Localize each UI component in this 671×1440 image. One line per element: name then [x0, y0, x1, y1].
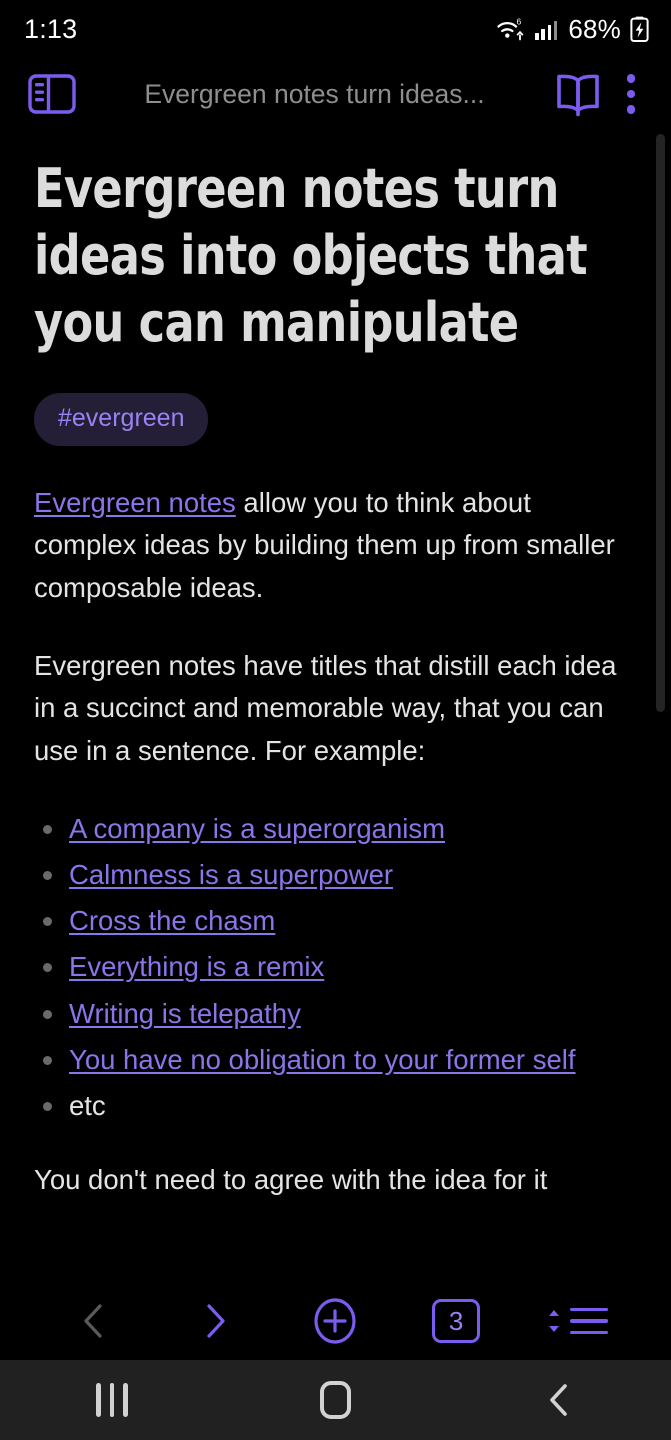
note-body: Evergreen notes turn ideas into objects … [0, 130, 671, 1202]
list-item-link[interactable]: You have no obligation to your former se… [69, 1037, 576, 1083]
paragraph-3-clipped: You don't need to agree with the idea fo… [34, 1164, 548, 1196]
app-toolbar: Evergreen notes turn ideas... [0, 58, 671, 130]
bullet-dot-icon [43, 1009, 52, 1019]
example-list: A company is a superorganism Calmness is… [34, 806, 637, 1129]
bullet-dot-icon [43, 963, 52, 973]
paragraph-2: Evergreen notes have titles that distill… [34, 649, 617, 766]
sort-list-icon[interactable] [516, 1282, 637, 1360]
battery-charging-icon [630, 16, 649, 42]
list-item-link[interactable]: Calmness is a superpower [69, 852, 393, 898]
home-glyph [320, 1381, 351, 1419]
status-icons: 6 68% [496, 14, 649, 45]
vertical-scrollbar[interactable] [656, 134, 665, 712]
cellular-signal-icon [535, 18, 559, 40]
android-nav-bar [0, 1360, 671, 1440]
updown-arrows-icon [548, 1310, 559, 1332]
battery-percent-label: 68% [568, 13, 621, 44]
list-item: A company is a superorganism [34, 806, 637, 852]
status-bar: 1:13 6 68% [0, 0, 671, 58]
more-vertical-icon[interactable] [609, 64, 653, 124]
sort-list-glyph [546, 1306, 608, 1336]
plus-circle-icon[interactable] [275, 1282, 396, 1360]
sidebar-panel-icon[interactable] [22, 64, 82, 124]
list-item: Calmness is a superpower [34, 852, 637, 898]
chevron-right-icon[interactable] [155, 1282, 276, 1360]
list-item-link[interactable]: A company is a superorganism [69, 806, 445, 852]
list-item: Cross the chasm [34, 898, 637, 944]
list-lines-icon [569, 1307, 608, 1335]
android-back-icon[interactable] [447, 1360, 671, 1440]
list-item: Everything is a remix [34, 944, 637, 990]
chevron-left-icon[interactable] [34, 1282, 155, 1360]
list-item-link[interactable]: Writing is telepathy [69, 991, 301, 1037]
tab-count-badge: 3 [432, 1299, 481, 1343]
note-scroll-area[interactable]: Evergreen notes turn ideas into objects … [0, 130, 671, 1282]
list-item: etc [34, 1083, 637, 1129]
tag-row: #evergreen [34, 392, 637, 446]
status-clock: 1:13 [24, 13, 78, 44]
browser-bottom-bar: 3 [0, 1282, 671, 1360]
bullet-dot-icon [43, 824, 52, 834]
list-item-link[interactable]: Everything is a remix [69, 944, 324, 990]
wifi-6-upload-icon: 6 [496, 16, 526, 42]
tab-count-button[interactable]: 3 [396, 1282, 517, 1360]
list-item-text: etc [69, 1090, 106, 1122]
list-item: You have no obligation to your former se… [34, 1037, 637, 1083]
inline-link-evergreen-notes[interactable]: Evergreen notes [34, 487, 236, 518]
home-icon[interactable] [224, 1360, 448, 1440]
bullet-dot-icon [43, 1055, 52, 1065]
recents-glyph [96, 1383, 128, 1417]
recents-icon[interactable] [0, 1360, 224, 1440]
bullet-dot-icon [43, 1102, 52, 1112]
list-item: Writing is telepathy [34, 991, 637, 1037]
note-heading: Evergreen notes turn ideas into objects … [34, 157, 588, 354]
phone-screen: 1:13 6 68% Evergreen notes turn ideas...… [0, 0, 671, 1440]
open-book-icon[interactable] [547, 64, 609, 124]
paragraph-1: Evergreen notes allow you to think about… [34, 482, 637, 609]
tag-chip-evergreen[interactable]: #evergreen [34, 392, 209, 446]
bullet-dot-icon [43, 917, 52, 927]
svg-text:6: 6 [517, 16, 522, 26]
list-item-link[interactable]: Cross the chasm [69, 898, 275, 944]
page-title: Evergreen notes turn ideas... [144, 78, 485, 109]
bullet-dot-icon [43, 871, 52, 881]
